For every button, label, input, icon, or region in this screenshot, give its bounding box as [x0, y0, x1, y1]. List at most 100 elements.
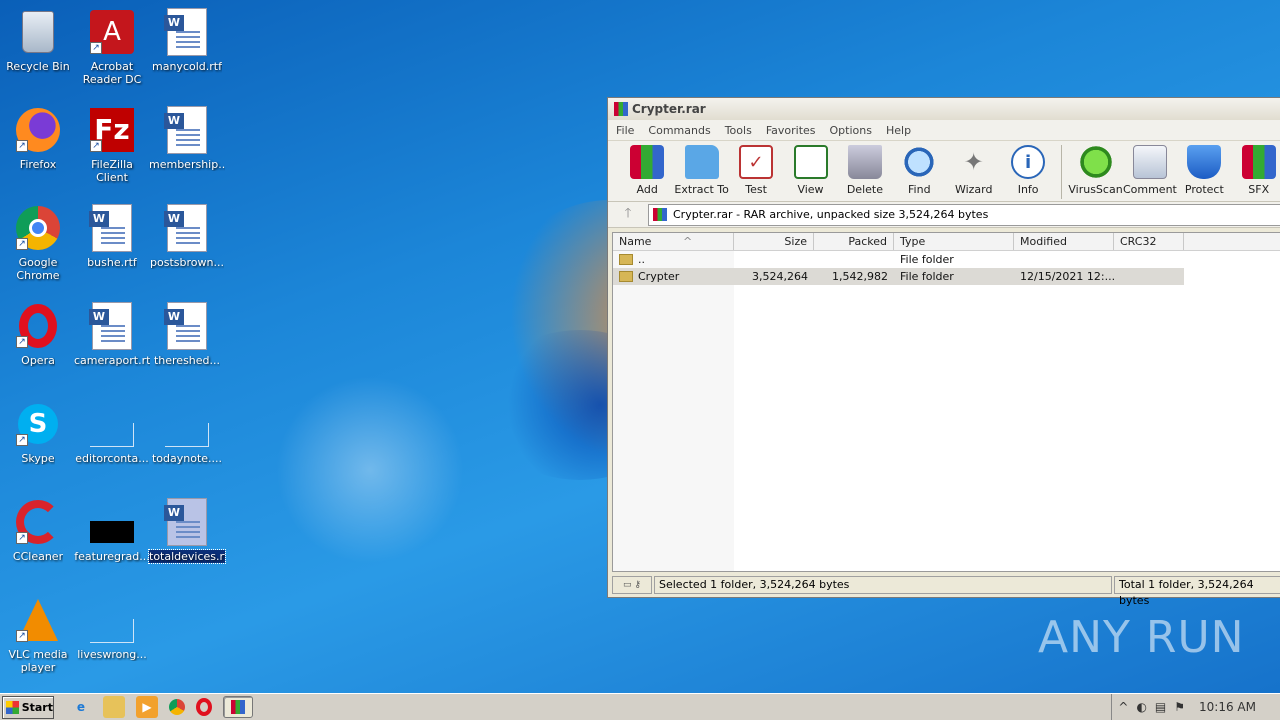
internet-explorer-icon[interactable]: e: [70, 696, 92, 718]
show-hidden-icons-icon[interactable]: ^: [1118, 700, 1128, 714]
word-document-icon: W: [163, 302, 211, 350]
menu-bar: File Commands Tools Favorites Options He…: [608, 120, 1280, 140]
column-type[interactable]: Type: [894, 233, 1014, 250]
word-document-icon: W: [163, 8, 211, 56]
virusscan-button[interactable]: VirusScan: [1068, 145, 1123, 196]
blank-file-icon: [88, 400, 136, 448]
add-button[interactable]: Add: [620, 145, 674, 196]
desktop-icon-bushe-rtf[interactable]: W bushe.rtf: [74, 204, 150, 269]
menu-options[interactable]: Options: [830, 124, 872, 137]
start-button[interactable]: Start: [2, 695, 54, 719]
book-icon: [793, 145, 828, 179]
extract-to-button[interactable]: Extract To: [674, 145, 729, 196]
desktop-icon-postsbrown[interactable]: W postsbrown...: [149, 204, 225, 269]
desktop-icon-featuregrad[interactable]: featuregrad...: [74, 498, 150, 563]
menu-commands[interactable]: Commands: [648, 124, 710, 137]
menu-help[interactable]: Help: [886, 124, 911, 137]
comment-icon: [1132, 145, 1167, 179]
desktop-icon-liveswrong[interactable]: liveswrong...: [74, 596, 150, 661]
chrome-icon: ↗: [14, 204, 62, 252]
media-player-icon[interactable]: ▶: [136, 696, 158, 718]
winrar-window[interactable]: Crypter.rar File Commands Tools Favorite…: [607, 97, 1280, 607]
vlc-icon: ↗: [14, 596, 62, 644]
action-center-flag-icon[interactable]: ⚑: [1174, 700, 1185, 714]
drive-key-icon[interactable]: ▭ ⚷: [612, 576, 652, 594]
column-size[interactable]: Size: [734, 233, 814, 250]
clock[interactable]: 10:16 AM: [1199, 700, 1256, 714]
file-explorer-icon[interactable]: [103, 696, 125, 718]
magic-wand-icon: ✦: [963, 148, 984, 176]
desktop-icon-manycold-rtf[interactable]: W manycold.rtf: [149, 8, 225, 73]
arrow-up-icon: 🡑: [624, 205, 632, 221]
word-document-icon: W: [88, 302, 136, 350]
table-row[interactable]: Crypter 3,524,264 1,542,982 File folder …: [613, 268, 1184, 285]
sfx-archive-icon: [1241, 145, 1276, 179]
address-bar: 🡑 Crypter.rar - RAR archive, unpacked si…: [608, 202, 1280, 228]
desktop-icon-ccleaner[interactable]: ↗ CCleaner: [0, 498, 76, 563]
menu-favorites[interactable]: Favorites: [766, 124, 816, 137]
status-selected: Selected 1 folder, 3,524,264 bytes: [654, 576, 1112, 594]
desktop-icon-filezilla[interactable]: Fz ↗ FileZilla Client: [74, 106, 150, 184]
column-modified[interactable]: Modified: [1014, 233, 1114, 250]
file-list[interactable]: Name ^ Size Packed Type Modified CRC32 .…: [612, 232, 1280, 572]
clipboard-check-icon: ✓: [739, 145, 774, 179]
desktop-icon-acrobat[interactable]: A ↗ Acrobat Reader DC: [74, 8, 150, 86]
column-name[interactable]: Name ^: [613, 233, 734, 250]
test-button[interactable]: ✓ Test: [729, 145, 783, 196]
acrobat-icon: A ↗: [88, 8, 136, 56]
desktop-icon-thereshed[interactable]: W thereshed...: [149, 302, 225, 367]
word-document-icon: W: [163, 498, 211, 546]
word-document-icon: W: [163, 204, 211, 252]
desktop-icon-opera[interactable]: ↗ Opera: [0, 302, 76, 367]
desktop-icon-chrome[interactable]: ↗ Google Chrome: [0, 204, 76, 282]
firefox-icon: ↗: [14, 106, 62, 154]
window-titlebar[interactable]: Crypter.rar: [608, 98, 1280, 120]
desktop-icon-firefox[interactable]: ↗ Firefox: [0, 106, 76, 171]
menu-tools[interactable]: Tools: [725, 124, 752, 137]
ccleaner-icon: ↗: [14, 498, 62, 546]
protect-button[interactable]: Protect: [1177, 145, 1231, 196]
desktop-icon-cameraport-rtf[interactable]: W cameraport.rtf: [74, 302, 150, 367]
system-tray: ^ ◐ ▤ ⚑ 10:16 AM: [1111, 694, 1280, 720]
column-crc32[interactable]: CRC32: [1114, 233, 1184, 250]
file-list-header: Name ^ Size Packed Type Modified CRC32: [613, 233, 1280, 251]
info-button[interactable]: i Info: [1001, 145, 1055, 196]
up-one-level-button[interactable]: 🡑: [608, 204, 648, 226]
chrome-taskbar-icon[interactable]: [169, 699, 185, 715]
view-button[interactable]: View: [783, 145, 837, 196]
desktop-icon-membership[interactable]: W membership...: [149, 106, 225, 171]
blank-file-icon: [163, 400, 211, 448]
opera-taskbar-icon[interactable]: [196, 698, 212, 716]
volume-icon[interactable]: ◐: [1136, 700, 1146, 714]
shield-icon: [1187, 145, 1222, 179]
word-document-icon: W: [88, 204, 136, 252]
add-archive-icon: [630, 145, 665, 179]
trash-icon: [847, 145, 882, 179]
folder-icon: [619, 271, 633, 282]
table-row[interactable]: .. File folder: [613, 251, 1280, 268]
desktop-icon-skype[interactable]: S ↗ Skype: [0, 400, 76, 465]
info-icon: i: [1011, 145, 1046, 179]
find-button[interactable]: Find: [892, 145, 946, 196]
anyrun-watermark: ANY RUN: [1038, 612, 1245, 663]
desktop-icon-editorconta[interactable]: editorconta...: [74, 400, 150, 465]
desktop-icon-vlc[interactable]: ↗ VLC media player: [0, 596, 76, 674]
address-field[interactable]: Crypter.rar - RAR archive, unpacked size…: [648, 203, 1280, 226]
window-title: Crypter.rar: [632, 102, 706, 116]
network-icon[interactable]: ▤: [1155, 700, 1166, 714]
wizard-button[interactable]: ✦ Wizard: [947, 145, 1001, 196]
desktop-icon-recycle-bin[interactable]: Recycle Bin: [0, 8, 76, 73]
sfx-button[interactable]: SFX: [1232, 145, 1280, 196]
filezilla-icon: Fz ↗: [88, 106, 136, 154]
virus-icon: [1078, 145, 1113, 179]
opera-icon: ↗: [14, 302, 62, 350]
desktop-icon-totaldevices-rtf[interactable]: W totaldevices.rtf: [148, 498, 226, 564]
address-text: Crypter.rar - RAR archive, unpacked size…: [673, 208, 989, 221]
menu-file[interactable]: File: [616, 124, 634, 137]
desktop-icon-todaynote[interactable]: todaynote....: [149, 400, 225, 465]
winrar-icon: [614, 102, 628, 116]
delete-button[interactable]: Delete: [838, 145, 892, 196]
winrar-taskbar-button[interactable]: [223, 696, 253, 718]
column-packed[interactable]: Packed: [814, 233, 894, 250]
comment-button[interactable]: Comment: [1123, 145, 1177, 196]
